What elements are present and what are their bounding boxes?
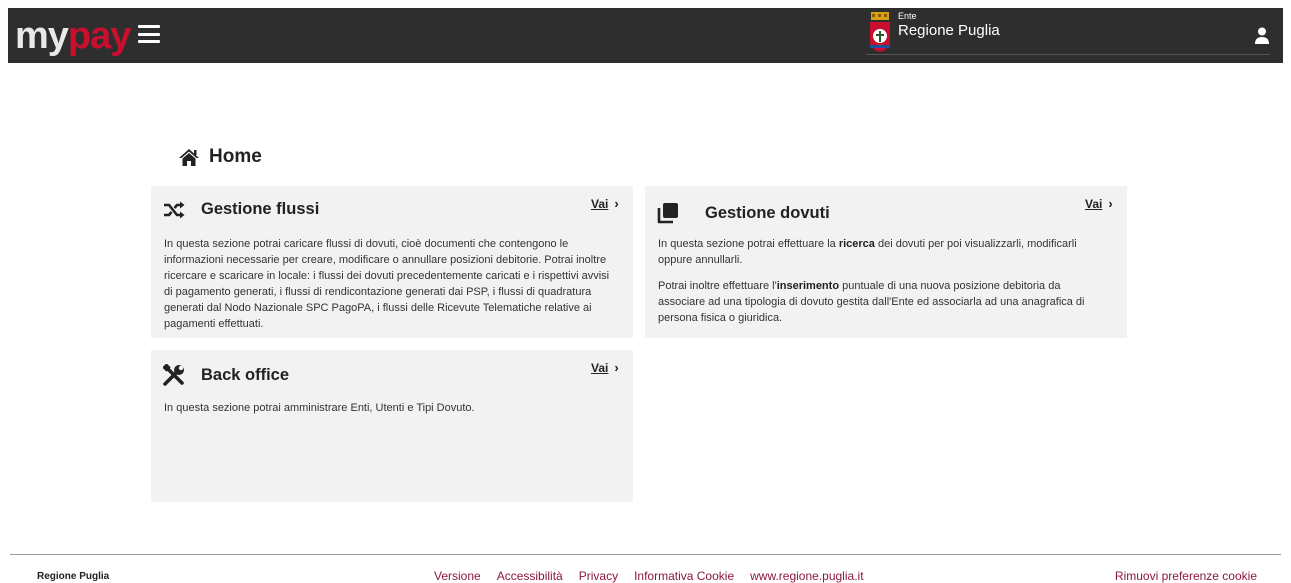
vai-label: Vai xyxy=(591,361,609,375)
regione-puglia-crest-icon xyxy=(870,12,890,52)
footer-links: Versione Accessibilità Privacy Informati… xyxy=(434,569,864,583)
footer-link-regione-site[interactable]: www.regione.puglia.it xyxy=(750,569,863,583)
vai-link-back-office[interactable]: Vai › xyxy=(591,360,619,375)
page-title: Home xyxy=(178,146,262,168)
shuffle-icon xyxy=(164,201,185,218)
footer-org: Regione Puglia xyxy=(37,571,110,582)
card-description: In questa sezione potrai caricare flussi… xyxy=(164,236,619,342)
mypay-logo[interactable]: mypay xyxy=(15,15,131,57)
ente-label: Ente xyxy=(898,11,917,21)
vai-link-gestione-dovuti[interactable]: Vai › xyxy=(1085,196,1113,211)
card-title: Gestione flussi xyxy=(201,200,320,218)
logo-my: my xyxy=(15,15,69,57)
card-gestione-dovuti: Gestione dovuti Vai › In questa sezione p… xyxy=(645,186,1127,338)
footer-link-accessibilita[interactable]: Accessibilità xyxy=(497,569,563,583)
footer-link-versione[interactable]: Versione xyxy=(434,569,481,583)
remove-cookie-preferences-link[interactable]: Rimuovi preferenze cookie xyxy=(1115,569,1257,583)
ente-name: Regione Puglia xyxy=(898,22,1000,39)
card-title: Gestione dovuti xyxy=(705,203,830,222)
card-paragraph: In questa sezione potrai caricare flussi… xyxy=(164,238,610,330)
footer-link-informativa-cookie[interactable]: Informativa Cookie xyxy=(634,569,734,583)
card-description: In questa sezione potrai amministrare En… xyxy=(164,400,619,426)
card-back-office: Back office Vai › In questa sezione potra… xyxy=(151,350,633,502)
bold-inserimento: inserimento xyxy=(776,280,840,292)
bold-ricerca: ricerca xyxy=(838,238,875,250)
home-icon xyxy=(179,148,199,166)
chevron-right-icon: › xyxy=(614,360,619,375)
footer-link-privacy[interactable]: Privacy xyxy=(579,569,618,583)
card-title: Back office xyxy=(201,365,290,384)
logo-pay: pay xyxy=(67,15,131,57)
footer-divider xyxy=(10,554,1281,555)
top-bar: mypay Ente Regione Puglia xyxy=(8,8,1283,63)
hamburger-menu-icon[interactable] xyxy=(138,25,160,43)
chevron-right-icon: › xyxy=(1108,196,1113,211)
user-icon[interactable] xyxy=(1255,27,1269,45)
card-header: Gestione flussi xyxy=(163,200,319,219)
card-header: Gestione dovuti xyxy=(657,202,830,224)
card-header: Back office xyxy=(163,364,289,386)
vai-label: Vai xyxy=(1085,197,1103,211)
card-paragraph: In questa sezione potrai amministrare En… xyxy=(164,402,475,414)
card-paragraph-2: Potrai inoltre effettuare l'inserimento … xyxy=(658,280,1085,324)
ente-selector[interactable]: Ente Regione Puglia xyxy=(866,8,1270,55)
card-gestione-flussi: Gestione flussi Vai › In questa sezione p… xyxy=(151,186,633,338)
card-description: In questa sezione potrai effettuare la r… xyxy=(658,236,1103,336)
tools-icon xyxy=(163,364,184,386)
chevron-right-icon: › xyxy=(614,196,619,211)
vai-label: Vai xyxy=(591,197,609,211)
vai-link-gestione-flussi[interactable]: Vai › xyxy=(591,196,619,211)
card-paragraph-1: In questa sezione potrai effettuare la r… xyxy=(658,238,1077,266)
copy-squares-icon xyxy=(657,203,678,224)
page-title-text: Home xyxy=(209,146,262,167)
